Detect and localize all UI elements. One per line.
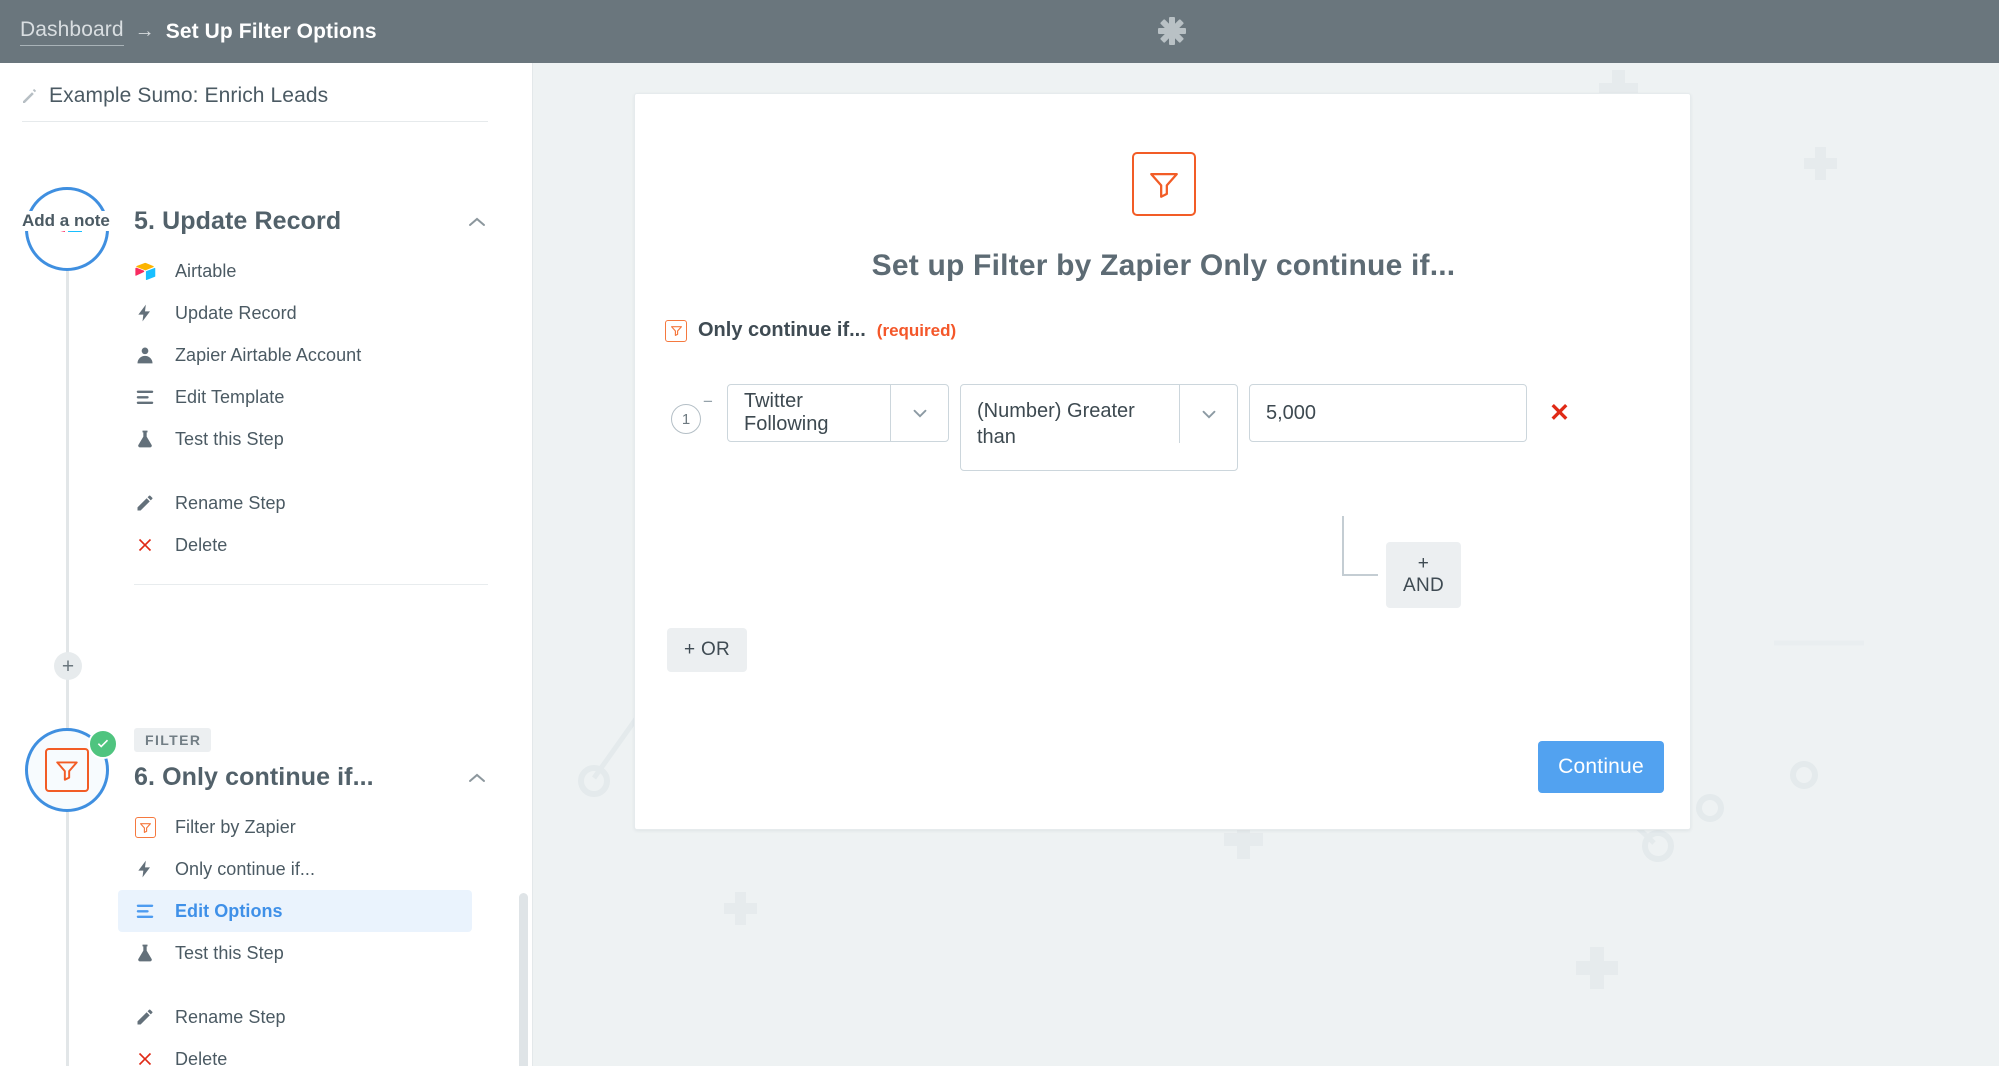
sidebar-item-label: Only continue if... [175,858,316,879]
sidebar-item-label: Zapier Airtable Account [175,344,362,365]
sidebar-item-label: Rename Step [175,1006,286,1027]
add-a-note-button[interactable]: Add a note [22,211,118,231]
chevron-down-icon[interactable] [1179,385,1237,443]
step-block-6: FILTER 6. Only continue if... Filter by … [118,728,488,1066]
airtable-icon [134,260,156,282]
sidebar-item-rename-step[interactable]: Rename Step [118,996,472,1038]
zap-editor-sidebar: Example Sumo: Enrich Leads Add a note 5.… [0,63,533,1066]
breadcrumb-current-page: Set Up Filter Options [165,19,377,43]
lightning-icon [134,858,156,880]
condition-branch-line [1342,516,1378,576]
add-and-button[interactable]: + AND [1386,542,1462,608]
main-content-area: Set up Filter by Zapier Only continue if… [534,63,1999,1066]
condition-field-value: Twitter Following [744,390,829,435]
sidebar-item-filter-by-zapier[interactable]: Filter by Zapier [118,806,472,848]
breadcrumb: Dashboard → Set Up Filter Options [20,18,377,46]
filter-funnel-icon [665,319,687,342]
zap-name: Example Sumo: Enrich Leads [49,84,329,107]
pencil-icon [134,492,156,514]
step-menu-6: Filter by Zapier Only continue if... Edi… [118,806,488,1066]
sidebar-item-label: Test this Step [175,428,284,449]
filter-funnel-icon [1132,152,1196,216]
list-lines-icon [134,900,156,922]
add-or-button[interactable]: + OR [667,628,748,672]
sidebar-item-label: Test this Step [175,942,284,963]
sidebar-item-label: Edit Options [175,900,283,921]
filter-funnel-icon [45,748,89,792]
pencil-icon [23,89,36,103]
flask-icon [134,942,156,964]
sidebar-item-label: Airtable [175,260,237,281]
sidebar-item-test-step[interactable]: Test this Step [118,418,472,460]
add-step-button[interactable]: + [54,652,82,680]
condition-operator-select[interactable]: (Number) Greater than [960,384,1238,471]
lightning-icon [134,302,156,324]
breadcrumb-dashboard-link[interactable]: Dashboard [20,18,124,46]
red-x-icon [134,534,156,556]
condition-value-input[interactable] [1249,384,1527,442]
continue-button[interactable]: Continue [1538,741,1664,793]
person-icon [134,344,156,366]
step-status-complete-icon [88,729,118,759]
filter-setup-card: Set up Filter by Zapier Only continue if… [634,93,1691,830]
zapier-asterisk-logo[interactable] [1152,11,1192,51]
step-header-5[interactable]: 5. Update Record [134,207,488,236]
sidebar-scrollbar[interactable] [519,893,528,1066]
breadcrumb-arrow-icon: → [134,20,155,42]
minus-icon[interactable]: − [701,392,715,412]
step-title-5: 5. Update Record [134,207,342,235]
condition-operator-value: (Number) Greater than [977,400,1135,448]
menu-spacer [134,460,488,482]
step-menu-5: Airtable Update Record Zapier Airtable A… [134,250,488,585]
sidebar-item-test-step[interactable]: Test this Step [118,932,472,974]
filter-condition-row: 1 − Twitter Following (Number) Greater t… [671,384,1570,471]
chevron-down-icon[interactable] [890,385,948,441]
sidebar-item-label: Rename Step [175,492,286,513]
sidebar-item-label: Filter by Zapier [175,816,296,837]
chevron-up-icon[interactable] [466,211,488,233]
sidebar-item-rename-step[interactable]: Rename Step [118,482,472,524]
sidebar-item-delete-step[interactable]: Delete [118,1038,472,1066]
remove-condition-button[interactable]: ✕ [1549,401,1570,426]
sidebar-item-label: Delete [175,1048,228,1066]
filter-funnel-icon [134,816,156,838]
list-lines-icon [134,386,156,408]
field-label: Only continue if... [698,319,866,341]
zap-title-row[interactable]: Example Sumo: Enrich Leads [22,84,488,122]
pencil-icon [134,1006,156,1028]
step-kind-badge: FILTER [134,728,212,752]
sidebar-item-label: Update Record [175,302,297,323]
required-badge: (required) [876,320,957,340]
sidebar-item-account[interactable]: Zapier Airtable Account [118,334,472,376]
step-rail-lower [66,812,69,1066]
chevron-up-icon[interactable] [466,767,488,789]
step-title-6: 6. Only continue if... [134,763,374,791]
red-x-icon [134,1048,156,1066]
condition-field-select[interactable]: Twitter Following [727,384,949,442]
condition-index: 1 [671,404,701,434]
step-block-5: 5. Update Record Airtable Update Record … [134,207,488,585]
page-title: Set up Filter by Zapier Only continue if… [871,249,1456,282]
menu-spacer [134,974,488,996]
sidebar-item-update-record[interactable]: Update Record [118,292,472,334]
top-bar: Dashboard → Set Up Filter Options [0,0,1999,63]
sidebar-item-delete-step[interactable]: Delete [118,524,472,566]
sidebar-item-only-continue-if[interactable]: Only continue if... [118,848,472,890]
flask-icon [134,428,156,450]
step-header-6[interactable]: 6. Only continue if... [134,763,488,792]
sidebar-item-label: Delete [175,534,228,555]
field-label-row: Only continue if... (required) [665,319,956,342]
sidebar-item-airtable[interactable]: Airtable [118,250,472,292]
step-divider [134,584,488,585]
sidebar-item-label: Edit Template [175,386,285,407]
sidebar-item-edit-options[interactable]: Edit Options [118,890,472,932]
sidebar-item-edit-template[interactable]: Edit Template [118,376,472,418]
